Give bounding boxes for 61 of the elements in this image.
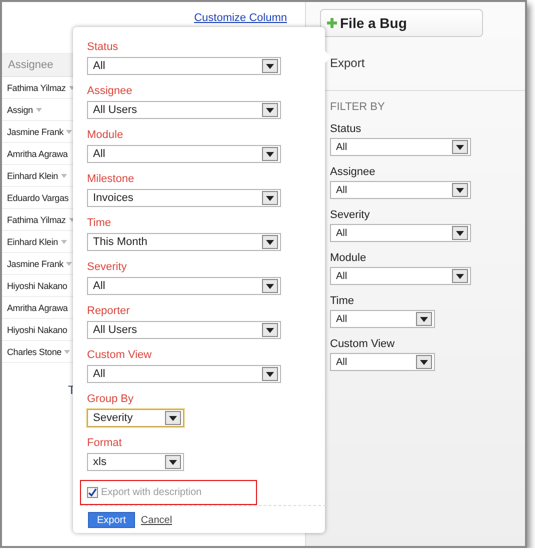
field-label: Status [87,40,120,54]
export-link[interactable]: Export [330,56,525,70]
dropdown[interactable]: All [330,224,471,242]
assignee-name: Jasmine Frank [7,258,64,268]
field-label: Reporter [87,304,131,318]
dropdown[interactable]: All Users [87,101,281,119]
dropdown[interactable]: All [87,57,281,75]
filter-label: Assignee [330,166,376,178]
dropdown[interactable]: This Month [87,233,281,251]
dropdown[interactable]: All Users [87,321,281,339]
field-label: Group By [87,392,134,406]
dropdown[interactable]: All [87,277,281,295]
dropdown[interactable]: xls [87,453,184,471]
field-label: Severity [87,260,128,274]
caret-icon[interactable] [64,350,70,354]
caret-icon[interactable] [36,108,42,112]
field-label: Format [87,436,123,450]
dropdown[interactable]: All [330,138,471,156]
dropdown[interactable]: All [87,145,281,163]
file-bug-button[interactable]: File a Bug [320,9,483,37]
assignee-name: Charles Stone [7,346,62,356]
filter-label: Custom View [330,338,396,350]
filter-label: Time [330,295,356,307]
assignee-name: Einhard Klein [7,236,58,246]
field-label: Custom View [87,348,153,362]
caret-icon[interactable] [66,262,72,266]
dropdown[interactable]: All [330,353,435,371]
customize-column-link[interactable]: Customize Column [194,12,287,24]
filter-label: Module [330,252,368,264]
dropdown[interactable]: All [87,365,281,383]
assignee-name: Amritha Agrawa [7,302,68,312]
dropdown[interactable]: All [330,181,471,199]
filter-label: Status [330,123,362,135]
filter-heading: FILTER BY [330,101,386,113]
assignee-name: Hiyoshi Nakano [7,324,68,334]
dropdown[interactable]: Invoices [87,189,281,207]
plus-icon [327,18,337,28]
checkbox-label: Export with description [101,487,202,498]
export-button[interactable]: Export [88,512,135,528]
assignee-name: Eduardo Vargas [7,192,69,202]
assignee-name: Amritha Agrawa [7,148,68,158]
caret-icon[interactable] [60,240,67,244]
field-label: Milestone [87,172,136,186]
assignee-name: Hiyoshi Nakano [7,280,68,290]
column-header: Assignee [8,59,54,71]
caret-icon[interactable] [66,130,72,134]
assignee-name: Einhard Klein [7,170,58,180]
dropdown[interactable]: All [330,310,435,328]
dropdown[interactable]: All [330,267,471,285]
filter-label: Severity [330,209,371,221]
field-label: Assignee [87,84,134,98]
field-label: Module [87,128,124,142]
dropdown[interactable]: Severity [87,409,184,427]
assignee-name: Fathima Yilmaz [7,82,66,92]
cancel-link[interactable]: Cancel [140,514,172,526]
assignee-name: Jasmine Frank [7,126,64,136]
field-label: Time [87,216,112,230]
checkbox[interactable] [87,487,98,498]
assignee-name: Fathima Yilmaz [7,214,66,224]
caret-icon[interactable] [60,174,67,178]
assignee-name: Assign [7,104,33,114]
